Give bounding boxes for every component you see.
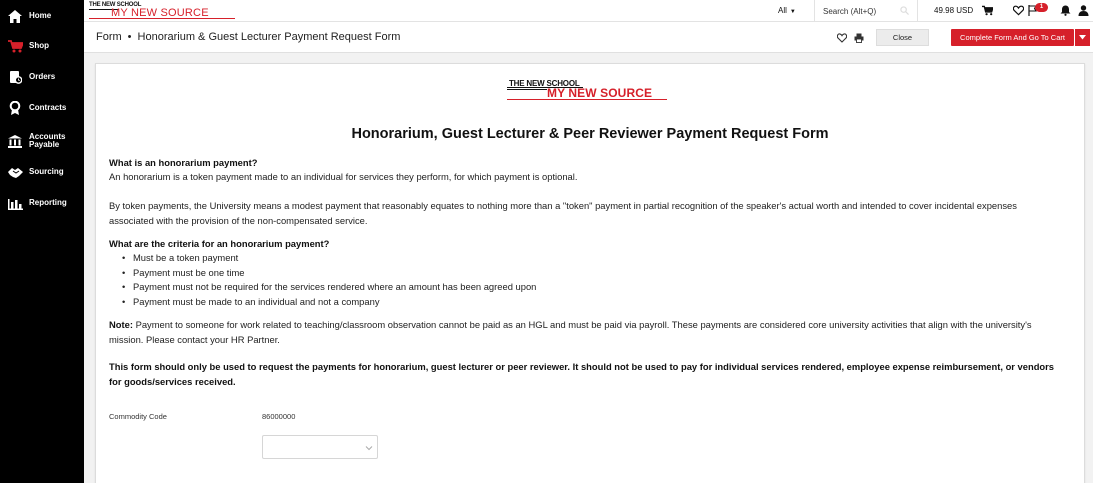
- list-item: Payment must not be required for the ser…: [122, 280, 536, 295]
- close-button[interactable]: Close: [876, 29, 929, 46]
- search-input[interactable]: Search (Alt+Q): [814, 0, 918, 22]
- cart-icon[interactable]: [982, 5, 993, 16]
- sidebar-item-accounts-payable[interactable]: Accounts Payable: [0, 128, 84, 154]
- sidebar-item-shop[interactable]: Shop: [0, 34, 84, 58]
- criteria-list: Must be a token payment Payment must be …: [122, 251, 536, 310]
- form-logo-rule-2: [507, 89, 547, 90]
- sidebar-item-home[interactable]: Home: [0, 4, 84, 28]
- sidebar-item-reporting[interactable]: Reporting: [0, 191, 84, 215]
- answer-text-1: An honorarium is a token payment made to…: [109, 171, 578, 182]
- sidebar-item-label: Contracts: [29, 103, 67, 112]
- sidebar-item-label: Reporting: [29, 198, 67, 207]
- favorites-icon[interactable]: [1013, 5, 1024, 16]
- breadcrumb-root[interactable]: Form: [96, 31, 122, 43]
- form-select-dropdown[interactable]: [262, 435, 378, 459]
- form-logo-underline: [507, 99, 667, 100]
- sidebar-item-label: Shop: [29, 41, 49, 50]
- form-logo-app-name: MY NEW SOURCE: [547, 86, 653, 100]
- reporting-icon: [7, 195, 23, 211]
- list-item: Must be a token payment: [122, 251, 536, 266]
- commodity-code-label: Commodity Code: [109, 412, 167, 421]
- sidebar-item-label: Home: [29, 11, 52, 20]
- note-text: Payment to someone for work related to t…: [109, 319, 1032, 345]
- search-scope-label: All: [778, 6, 787, 15]
- sidebar-item-label: Orders: [29, 72, 56, 81]
- breadcrumb-separator: •: [127, 31, 132, 43]
- orders-icon: [7, 69, 23, 85]
- commodity-code-value: 86000000: [262, 412, 296, 421]
- complete-form-button[interactable]: Complete Form And Go To Cart: [951, 29, 1074, 46]
- title-bar: Form • Honorarium & Guest Lecturer Payment…: [84, 22, 1093, 53]
- list-item: Payment must be one time: [122, 266, 536, 281]
- bell-icon[interactable]: [1060, 5, 1071, 16]
- form-card: THE NEW SCHOOL MY NEW SOURCE Honorarium,…: [95, 63, 1085, 483]
- contracts-icon: [7, 100, 23, 116]
- sidebar-item-sourcing[interactable]: Sourcing: [0, 160, 84, 184]
- home-icon: [7, 8, 23, 24]
- heart-icon[interactable]: [837, 33, 847, 43]
- print-icon[interactable]: [854, 33, 864, 43]
- search-placeholder: Search (Alt+Q): [823, 7, 877, 16]
- note-label: Note:: [109, 319, 133, 330]
- breadcrumb: Form • Honorarium & Guest Lecturer Payment…: [96, 31, 400, 43]
- question-heading-2: What are the criteria for an honorarium …: [109, 238, 330, 249]
- form-title: Honorarium, Guest Lecturer & Peer Review…: [351, 126, 829, 142]
- search-icon[interactable]: [900, 6, 909, 15]
- cart-total[interactable]: 49.98 USD: [934, 6, 973, 15]
- notification-badge: 1: [1035, 3, 1048, 12]
- question-heading-1: What is an honorarium payment?: [109, 157, 258, 168]
- bank-icon: [7, 133, 23, 149]
- form-logo: THE NEW SCHOOL MY NEW SOURCE: [507, 79, 667, 101]
- chevron-down-icon: [365, 446, 373, 451]
- top-bar: THE NEW SCHOOL MY NEW SOURCE All ▼ Search…: [84, 0, 1093, 22]
- list-item: Payment must be made to an individual an…: [122, 295, 536, 310]
- sidebar: Home Shop Orders Contracts Accounts Paya…: [0, 0, 84, 483]
- sourcing-icon: [7, 164, 23, 180]
- logo-underline: [89, 18, 235, 19]
- sidebar-item-label: Sourcing: [29, 167, 64, 176]
- sidebar-item-contracts[interactable]: Contracts: [0, 96, 84, 120]
- complete-options-button[interactable]: [1075, 29, 1090, 46]
- note-paragraph: Note: Payment to someone for work relate…: [109, 318, 1059, 347]
- user-icon[interactable]: [1078, 5, 1089, 16]
- caret-down-icon: ▼: [789, 9, 796, 15]
- brand-logo[interactable]: THE NEW SCHOOL MY NEW SOURCE: [89, 2, 239, 20]
- search-scope-dropdown[interactable]: All ▼: [778, 6, 796, 15]
- page-title: Honorarium & Guest Lecturer Payment Requ…: [137, 31, 401, 43]
- usage-warning: This form should only be used to request…: [109, 361, 1055, 387]
- cart-icon: [7, 38, 23, 54]
- token-payment-paragraph: By token payments, the University means …: [109, 200, 1017, 226]
- sidebar-item-orders[interactable]: Orders: [0, 65, 84, 89]
- close-button-label: Close: [892, 33, 913, 42]
- sidebar-item-label: Accounts Payable: [29, 132, 66, 149]
- chevron-down-icon: [1079, 35, 1086, 40]
- complete-form-label: Complete Form And Go To Cart: [960, 33, 1065, 42]
